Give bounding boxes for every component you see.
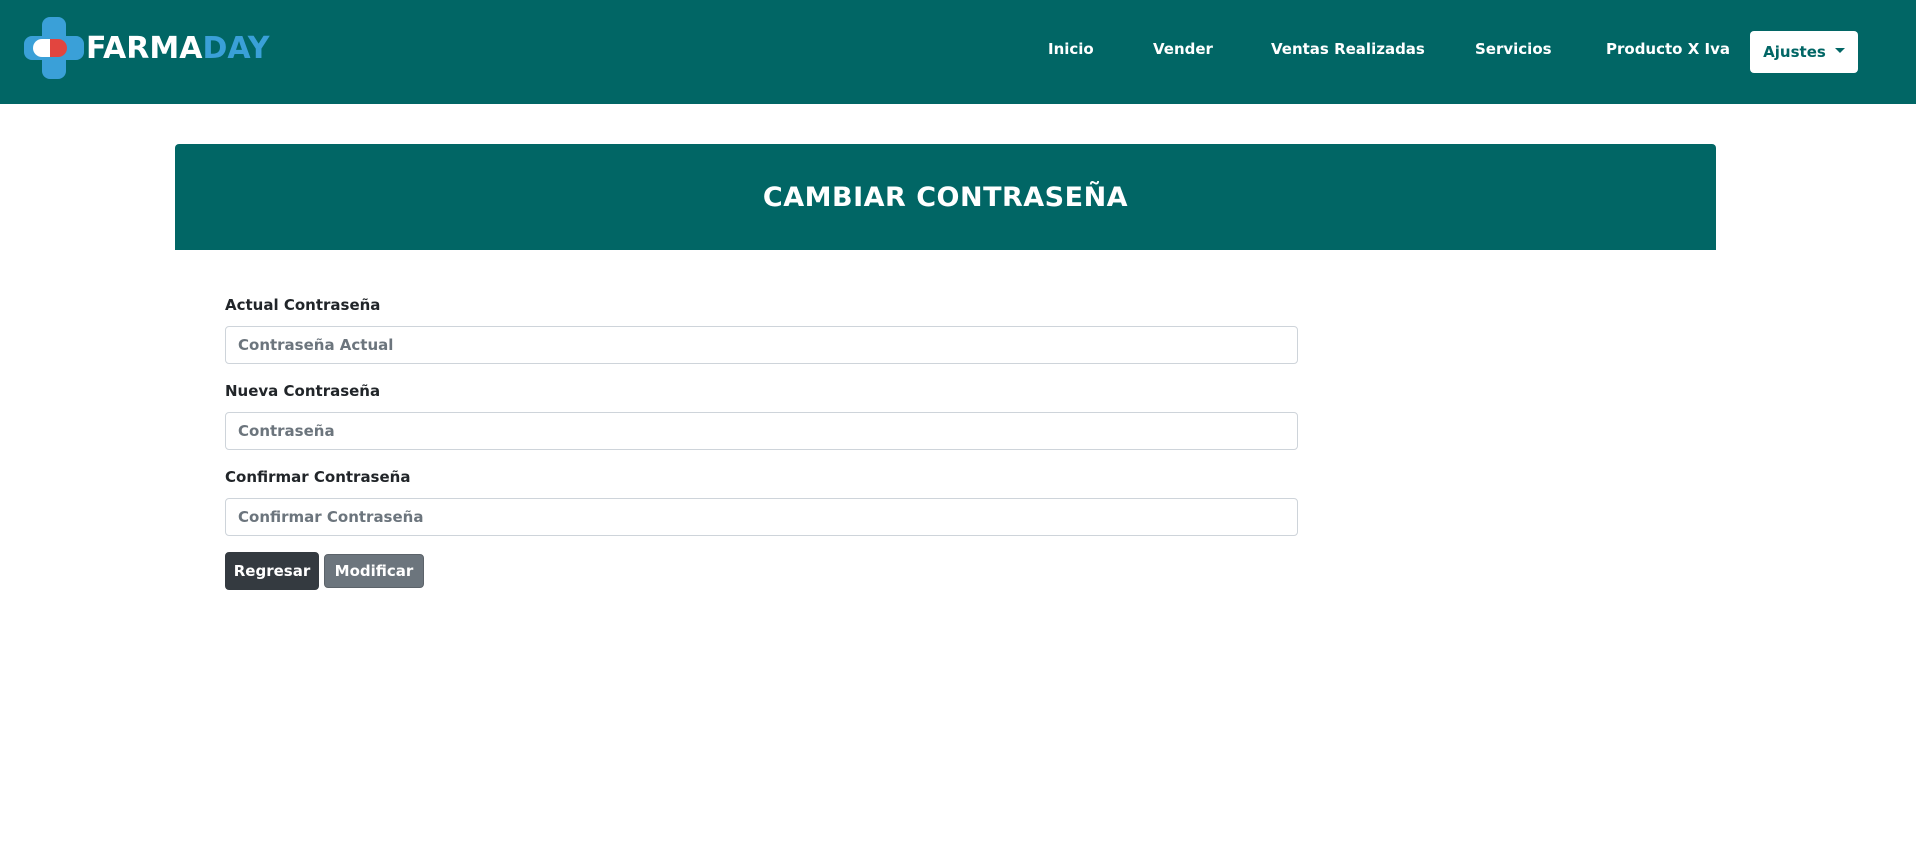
settings-dropdown-label: Ajustes [1763, 43, 1826, 61]
brand-name-part1: FARMA [86, 30, 203, 66]
submit-button[interactable]: Modificar [324, 554, 424, 588]
back-button[interactable]: Regresar [225, 552, 319, 590]
new-password-input[interactable] [225, 412, 1298, 450]
current-password-input[interactable] [225, 326, 1298, 364]
new-password-label: Nueva Contraseña [225, 382, 381, 400]
brand-name-part2: DAY [202, 30, 270, 66]
caret-down-icon [1834, 47, 1845, 53]
settings-dropdown-button[interactable]: Ajustes [1750, 31, 1858, 73]
confirm-password-input[interactable] [225, 498, 1298, 536]
nav-link-ventas-realizadas[interactable]: Ventas Realizadas [1271, 40, 1425, 58]
confirm-password-label: Confirmar Contraseña [225, 468, 411, 486]
page-title: CAMBIAR CONTRASEÑA [762, 181, 1129, 213]
brand-name: FARMADAY [86, 31, 269, 66]
nav-link-inicio[interactable]: Inicio [1048, 40, 1094, 58]
page-header: CAMBIAR CONTRASEÑA [175, 144, 1716, 250]
brand-logo-link[interactable]: FARMADAY [24, 16, 269, 80]
medical-cross-icon [24, 17, 84, 79]
navbar: FARMADAY Inicio Vender Ventas Realizadas… [0, 0, 1916, 104]
nav-link-servicios[interactable]: Servicios [1475, 40, 1552, 58]
nav-link-vender[interactable]: Vender [1153, 40, 1213, 58]
nav-link-producto-x-iva[interactable]: Producto X Iva [1606, 40, 1730, 58]
current-password-label: Actual Contraseña [225, 296, 381, 314]
pill-icon [33, 39, 67, 57]
